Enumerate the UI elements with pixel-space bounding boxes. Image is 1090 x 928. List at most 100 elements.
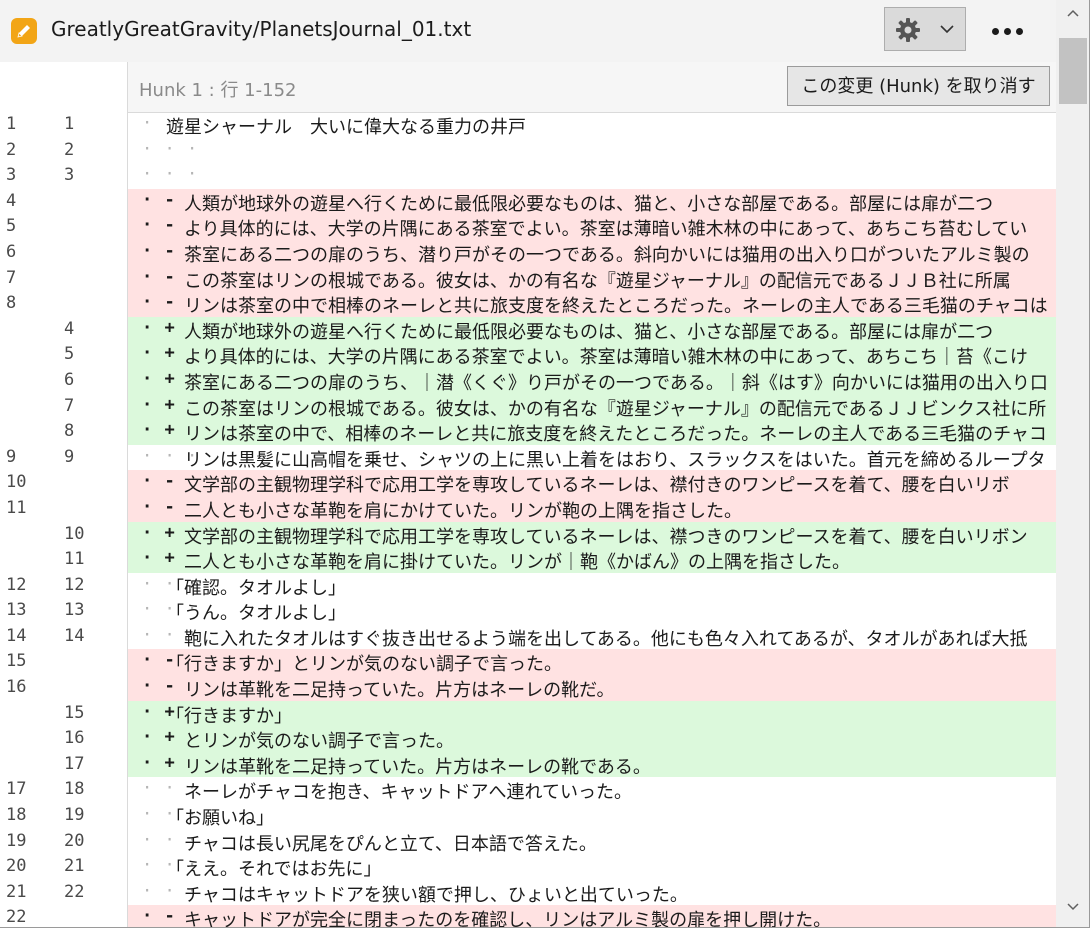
more-dot-icon: [1004, 28, 1011, 35]
line-text: ネーレがチャコを抱き、キャットドアへ連れていった。: [166, 782, 633, 804]
diff-line-ctx: 21 22 · · · チャコはキャットドアを狭い額で押し、ひょいと出ていった。: [0, 879, 1056, 906]
line-text: 人類が地球外の遊星へ行くために最低限必要なものは、猫と、小さな部屋である。部屋に…: [166, 193, 994, 215]
line-text: 茶室にある二つの扉のうち、｜潜《くぐ》り戸がその一つである。｜斜《はす》向かいに…: [166, 372, 1048, 394]
settings-dropdown-button[interactable]: [884, 7, 966, 51]
line-number-gutter: 13 13: [0, 598, 128, 624]
line-content-area: [128, 138, 1056, 164]
new-line-number: 6: [64, 369, 75, 390]
diff-line-ctx: 17 18 · · · ネーレがチャコを抱き、キャットドアへ連れていった。: [0, 777, 1056, 803]
diff-line-add: 5 · + より具体的には、大学の片隅にある茶室でよい。茶室は薄暗い雑木林の中にあ…: [0, 342, 1056, 368]
new-line-number: 3: [64, 165, 75, 186]
diff-line-ctx: 13 13 · · · 「うん。タオルよし」: [0, 598, 1056, 624]
diff-line-del: 15 · - 「行きますか」とリンが気のない調子で言った。: [0, 649, 1056, 675]
diff-window: GreatlyGreatGravity/PlanetsJournal_01.tx…: [0, 0, 1090, 928]
line-text: より具体的には、大学の片隅にある茶室でよい。茶室は薄暗い雑木林の中にあって、あち…: [166, 347, 1028, 369]
old-line-number: 2: [6, 139, 17, 160]
diff-line-del: 5 · - より具体的には、大学の片隅にある茶室でよい。茶室は薄暗い雑木林の中にあ…: [0, 214, 1056, 240]
line-number-gutter: 16: [0, 726, 128, 752]
old-line-number: 15: [6, 651, 27, 672]
new-line-number: 22: [64, 881, 85, 902]
line-number-gutter: 18 19: [0, 803, 128, 829]
new-line-number: 8: [64, 421, 75, 442]
line-text: リンは茶室の中で相棒のネーレと共に旅支度を終えたところだった。ネーレの主人である…: [166, 296, 1048, 318]
scrollbar-thumb[interactable]: [1059, 38, 1087, 104]
old-line-number: 10: [6, 472, 27, 493]
old-line-number: 12: [6, 574, 27, 595]
hunk-header-gutter: [0, 62, 128, 112]
old-line-number: 18: [6, 805, 27, 826]
scroll-down-arrow-icon[interactable]: [1066, 902, 1080, 912]
revert-hunk-button[interactable]: この変更 (Hunk) を取り消す: [787, 66, 1050, 106]
diff-line-ctx: 12 12 · · · 「確認。タオルよし」: [0, 572, 1056, 599]
new-line-number: 5: [64, 344, 75, 365]
new-line-number: 2: [64, 139, 75, 160]
diff-line-ctx: 20 21 · · · 「ええ。それではお先に」: [0, 854, 1056, 880]
old-line-number: 9: [6, 446, 17, 467]
diff-line-ctx: 18 19 · · · 「お願いね」: [0, 803, 1056, 829]
line-number-gutter: 14 14: [0, 623, 128, 650]
diff-line-del: 6 · - 茶室にある二つの扉のうち、潜り戸がその一つである。斜向かいには猫用の出…: [0, 239, 1056, 266]
line-number-gutter: 6: [0, 367, 128, 394]
line-text: 「うん。タオルよし」: [166, 603, 346, 625]
diff-line-del: 7 · - この茶室はリンの根城である。彼女は、かの有名な『遊星ジャーナル』の配信…: [0, 265, 1056, 292]
line-number-gutter: 4: [0, 188, 128, 215]
old-line-number: 6: [6, 241, 17, 262]
diff-line-add: 10 · + 文学部の主観物理学科で応用工学を専攻しているネーレは、襟つきのワンピ…: [0, 521, 1056, 548]
new-line-number: 17: [64, 753, 85, 774]
line-number-gutter: 8: [0, 419, 128, 445]
line-number-gutter: 5: [0, 214, 128, 240]
new-line-number: 11: [64, 549, 85, 570]
new-line-number: 10: [64, 523, 85, 544]
line-text: リンは革靴を二足持っていた。片方はネーレの靴だ。: [166, 680, 615, 702]
line-text: とリンが気のない調子で言った。: [166, 731, 454, 753]
new-line-number: 21: [64, 856, 85, 877]
diff-line-del: 22 · - キャットドアが完全に閉まったのを確認し、リンはアルミ製の扉を押し開け…: [0, 905, 1056, 927]
line-number-gutter: 19 20: [0, 828, 128, 855]
more-options-button[interactable]: [983, 12, 1033, 48]
line-number-gutter: 10: [0, 470, 128, 496]
diff-line-add: 11 · + 二人とも小さな革鞄を肩に掛けていた。リンが｜鞄《かばん》の上隅を指さ…: [0, 547, 1056, 573]
old-line-number: 17: [6, 779, 27, 800]
diff-line-del: 4 · - 人類が地球外の遊星へ行くために最低限必要なものは、猫と、小さな部屋であ…: [0, 188, 1056, 215]
new-line-number: 12: [64, 574, 85, 595]
change-marker: · · ·: [142, 164, 199, 185]
line-number-gutter: 15: [0, 700, 128, 727]
diff-line-del: 11 · - 二人とも小さな革鞄を肩にかけていた。リンが鞄の上隅を指さした。: [0, 495, 1056, 522]
old-line-number: 4: [6, 190, 17, 211]
line-number-gutter: 7: [0, 265, 128, 292]
line-text: この茶室はリンの根城である。彼女は、かの有名な『遊星ジャーナル』の配信元であるＪ…: [166, 270, 1011, 292]
line-number-gutter: 6: [0, 239, 128, 266]
title-bar: GreatlyGreatGravity/PlanetsJournal_01.tx…: [0, 0, 1056, 63]
diff-line-add: 4 · + 人類が地球外の遊星へ行くために最低限必要なものは、猫と、小さな部屋であ…: [0, 316, 1056, 343]
vertical-scrollbar[interactable]: [1056, 0, 1089, 927]
line-text: 二人とも小さな革鞄を肩に掛けていた。リンが｜鞄《かばん》の上隅を指さした。: [166, 552, 850, 574]
diff-line-add: 6 · + 茶室にある二つの扉のうち、｜潜《くぐ》り戸がその一つである。｜斜《はす…: [0, 367, 1056, 394]
more-dot-icon: [992, 28, 999, 35]
old-line-number: 14: [6, 625, 27, 646]
line-number-gutter: 17: [0, 751, 128, 778]
line-number-gutter: 11: [0, 495, 128, 522]
diff-line-del: 16 · - リンは革靴を二足持っていた。片方はネーレの靴だ。: [0, 675, 1056, 701]
more-dot-icon: [1016, 28, 1023, 35]
line-text: リンは茶室の中で、相棒のネーレと共に旅支度を終えたところだった。ネーレの主人であ…: [166, 424, 1047, 446]
line-text: リンは革靴を二足持っていた。片方はネーレの靴である。: [166, 756, 651, 778]
new-line-number: 18: [64, 779, 85, 800]
line-text: 遊星シャーナル 大いに偉大なる重力の井戸: [166, 117, 526, 138]
diff-line-add: 8 · + リンは茶室の中で、相棒のネーレと共に旅支度を終えたところだった。ネーレ…: [0, 419, 1056, 445]
old-line-number: 5: [6, 216, 17, 237]
diff-line-ctx: 9 9 · · · リンは黒髪に山高帽を乗せ、シャツの上に黒い上着をはおり、スラック…: [0, 444, 1056, 471]
old-line-number: 1: [6, 114, 17, 134]
new-line-number: 19: [64, 805, 85, 826]
scroll-up-arrow-icon[interactable]: [1066, 8, 1080, 18]
old-line-number: 13: [6, 600, 27, 621]
edit-file-icon: [11, 18, 37, 44]
line-text: 文学部の主観物理学科で応用工学を専攻しているネーレは、襟つきのワンピースを着て、…: [166, 526, 1028, 548]
gear-icon: [896, 18, 920, 42]
new-line-number: 16: [64, 728, 85, 749]
change-marker: · · ·: [142, 138, 199, 159]
old-line-number: 3: [6, 165, 17, 186]
diff-line-del: 8 · - リンは茶室の中で相棒のネーレと共に旅支度を終えたところだった。ネーレの…: [0, 291, 1056, 317]
line-number-gutter: 12 12: [0, 572, 128, 599]
line-text: 「お願いね」: [166, 808, 274, 830]
line-text: 「行きますか」: [166, 705, 292, 727]
